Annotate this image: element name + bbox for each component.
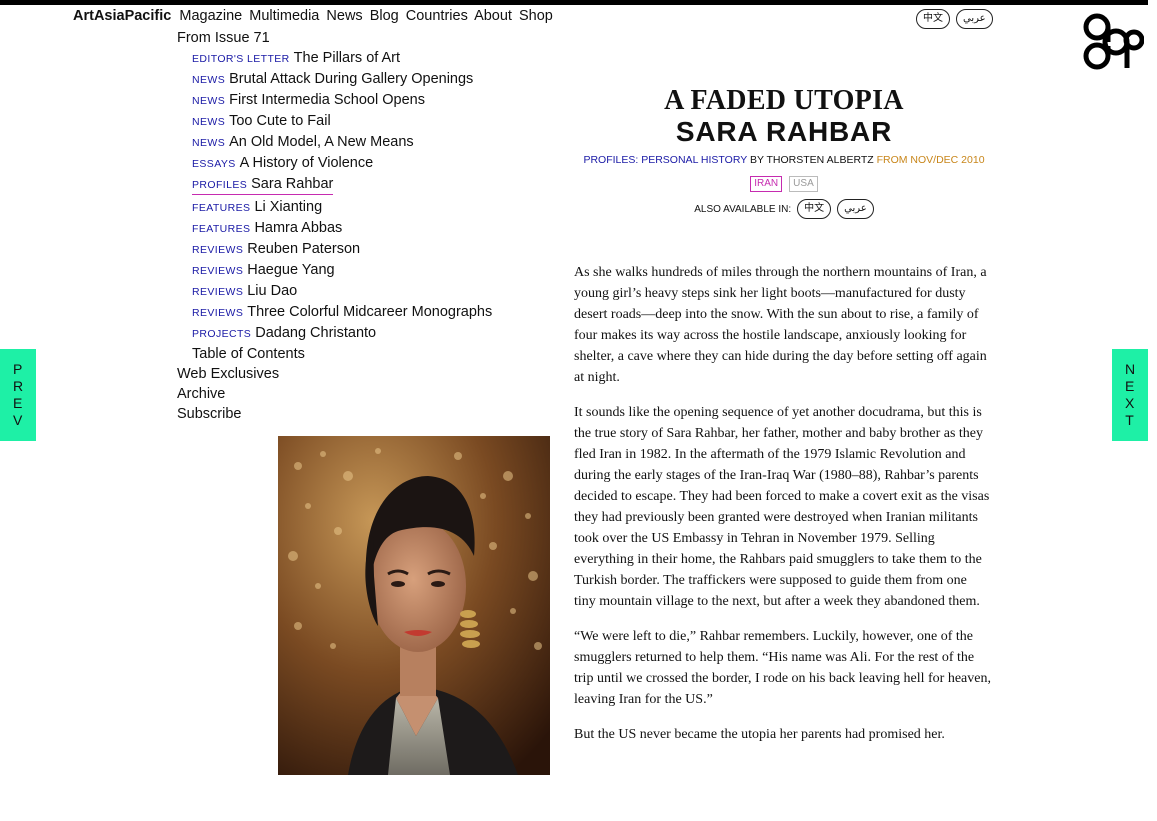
article-list: Editor's Letter The Pillars of Art News Br… [192,48,492,344]
next-tab[interactable]: NEXT [1112,349,1148,441]
table-of-contents-link[interactable]: Table of Contents [192,344,492,364]
prev-label: PREV [13,361,25,428]
nav-item-news[interactable]: News [326,8,362,24]
article-title: First Intermedia School Opens [229,92,425,108]
article-category: Reviews [192,286,244,298]
language-arabic-button[interactable]: عربي [956,9,993,29]
portrait-image [278,436,550,775]
paragraph: But the US never became the utopia her p… [574,727,945,742]
article-title: Haegue Yang [247,262,335,278]
article-title: Dadang Christanto [255,325,377,341]
also-available: ALSO AVAILABLE IN: 中文 عربي [565,199,1003,219]
issue-date-link[interactable]: from Nov/Dec 2010 [877,154,985,166]
article-header: A FADED UTOPIA SARA RAHBAR Profiles: Per… [565,86,1003,219]
article-category: Projects [192,328,252,340]
top-black-bar [0,0,1148,5]
article-title: Hamra Abbas [254,220,343,236]
paragraph: “We were left to die,” Rahbar remembers.… [574,629,991,707]
article-body: As she walks hundreds of miles through t… [574,262,992,759]
tag-iran[interactable]: IRAN [750,176,783,192]
brand-link[interactable]: ArtAsiaPacific [73,8,171,24]
article-link[interactable]: Reviews Liu Dao [192,281,492,302]
article-link[interactable]: News Brutal Attack During Gallery Opening… [192,69,492,90]
article-link[interactable]: News Too Cute to Fail [192,111,492,132]
article-category: Features [192,223,251,235]
nav-item-countries[interactable]: Countries [406,8,468,24]
article-link[interactable]: News An Old Model, A New Means [192,132,492,153]
article-link[interactable]: Projects Dadang Christanto [192,323,492,344]
article-title: Sara Rahbar [251,176,334,192]
web-exclusives-link[interactable]: Web Exclusives [177,364,492,384]
paragraph: As she walks hundreds of miles through t… [574,265,987,385]
main-nav: ArtAsiaPacific Magazine Multimedia News … [73,8,556,24]
article-category: News [192,137,226,149]
article-link[interactable]: Features Hamra Abbas [192,218,492,239]
article-title: Three Colorful Midcareer Monographs [247,304,493,320]
article-title: Liu Dao [247,283,298,299]
article-title: A FADED UTOPIA [664,85,904,116]
issue-link[interactable]: From Issue 71 [177,28,492,48]
article-category: Reviews [192,244,244,256]
country-tags: IRAN USA [565,176,1003,192]
article-category: Essays [192,158,236,170]
article-meta: Profiles: Personal History by Thorsten A… [565,154,1003,166]
translation-arabic-button[interactable]: عربي [837,199,874,219]
article-category: News [192,95,226,107]
article-link[interactable]: Reviews Haegue Yang [192,260,492,281]
prev-tab[interactable]: PREV [0,349,36,441]
article-link[interactable]: Reviews Three Colorful Midcareer Monograp… [192,302,492,323]
article-category: Reviews [192,265,244,277]
also-available-label: ALSO AVAILABLE IN: [694,203,792,215]
article-link[interactable]: Essays A History of Violence [192,153,492,174]
article-title: Too Cute to Fail [229,113,331,129]
article-category: Features [192,202,251,214]
article-title: Brutal Attack During Gallery Openings [229,71,474,87]
article-link[interactable]: Reviews Reuben Paterson [192,239,492,260]
byline: by Thorsten Albertz [749,154,874,166]
article-link[interactable]: Features Li Xianting [192,197,492,218]
article-category: News [192,74,226,86]
article-link[interactable]: Editor's Letter The Pillars of Art [192,48,492,69]
section-link[interactable]: Profiles: Personal History [583,154,747,166]
language-chinese-button[interactable]: 中文 [916,9,950,29]
language-switcher: 中文 عربي [916,9,993,29]
aap-logo-icon[interactable] [1080,10,1144,74]
article-category: Profiles [192,179,248,191]
article-category: Reviews [192,307,244,319]
article-title: Li Xianting [254,199,323,215]
subscribe-link[interactable]: Subscribe [177,404,492,424]
nav-item-shop[interactable]: Shop [519,8,553,24]
issue-submenu: From Issue 71 Editor's Letter The Pillars… [177,28,492,424]
translation-chinese-button[interactable]: 中文 [797,199,832,219]
tag-usa[interactable]: USA [789,176,818,192]
next-label: NEXT [1125,361,1137,428]
article-subject: SARA RAHBAR [675,116,893,147]
paragraph: It sounds like the opening sequence of y… [574,405,990,609]
article-category: Editor's Letter [192,53,290,65]
nav-item-multimedia[interactable]: Multimedia [249,8,319,24]
article-link-active[interactable]: Profiles Sara Rahbar [192,175,334,195]
nav-item-about[interactable]: About [474,8,512,24]
article-title: An Old Model, A New Means [229,134,414,150]
article-title: A History of Violence [239,155,374,171]
nav-item-blog[interactable]: Blog [370,8,399,24]
article-category: News [192,116,226,128]
article-title: The Pillars of Art [293,50,401,66]
article-title: Reuben Paterson [247,241,361,257]
article-link[interactable]: News First Intermedia School Opens [192,90,492,111]
nav-item-magazine[interactable]: Magazine [179,8,242,24]
archive-link[interactable]: Archive [177,384,492,404]
